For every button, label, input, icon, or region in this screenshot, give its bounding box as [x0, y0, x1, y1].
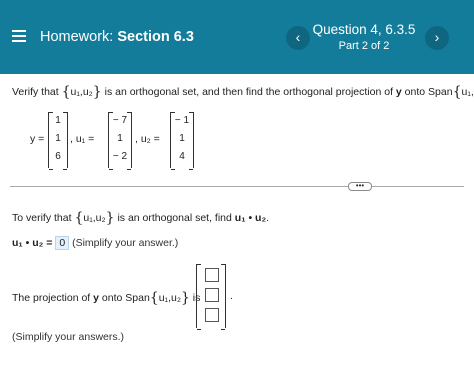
previous-question-button[interactable]: ‹	[286, 26, 310, 50]
homework-prefix: Homework:	[40, 29, 114, 45]
section-divider	[10, 186, 464, 187]
header-bar: Homework: Section 6.3 ‹ Question 4, 6.3.5…	[0, 0, 474, 74]
part2-question: The projection of y onto Span{u₁,u₂} is	[12, 290, 201, 306]
projection-answer-matrix	[196, 264, 226, 330]
vector-u2: − 1 1 4	[170, 112, 194, 168]
vector-u1: − 7 1 − 2	[108, 112, 132, 168]
dot-product-answer[interactable]: 0	[55, 236, 70, 250]
projection-entry-3-input[interactable]	[205, 308, 219, 322]
menu-icon[interactable]	[12, 30, 26, 42]
dot-product-lhs: u₁ • u₂ =	[12, 237, 53, 249]
part1-question: To verify that {u₁,u₂} is an orthogonal …	[12, 210, 270, 226]
y-label: y =	[30, 133, 45, 145]
problem-statement: Verify that {u₁,u₂} is an orthogonal set…	[12, 84, 474, 100]
vector-y: 1 1 6	[48, 112, 68, 168]
part1-answer-line: u₁ • u₂ = 0 (Simplify your answer.)	[12, 236, 178, 250]
question-content: Verify that {u₁,u₂} is an orthogonal set…	[0, 74, 474, 369]
simplify-hint: (Simplify your answer.)	[72, 237, 179, 249]
u2-label: , u₂ =	[135, 133, 160, 145]
chevron-left-icon: ‹	[295, 29, 301, 45]
next-question-button[interactable]: ›	[425, 26, 449, 50]
u1-label: , u₁ =	[70, 133, 95, 145]
simplify-answers-hint: (Simplify your answers.)	[12, 331, 125, 343]
projection-entry-1-input[interactable]	[205, 268, 219, 282]
projection-period: .	[230, 290, 233, 302]
question-part: Part 2 of 2	[338, 40, 390, 52]
more-options-button[interactable]: •••	[348, 182, 372, 191]
question-title: Question 4, 6.3.5	[312, 22, 416, 37]
set-u1-u2: u₁,u₂	[70, 86, 93, 98]
chevron-right-icon: ›	[434, 29, 440, 45]
projection-entry-2-input[interactable]	[205, 288, 219, 302]
section-label: Section 6.3	[117, 29, 194, 45]
homework-title: Homework: Section 6.3	[40, 29, 194, 45]
vector-definitions: y = 1 1 6 , u₁ = − 7 1 − 2 , u₂ = − 1 1 …	[30, 112, 330, 168]
